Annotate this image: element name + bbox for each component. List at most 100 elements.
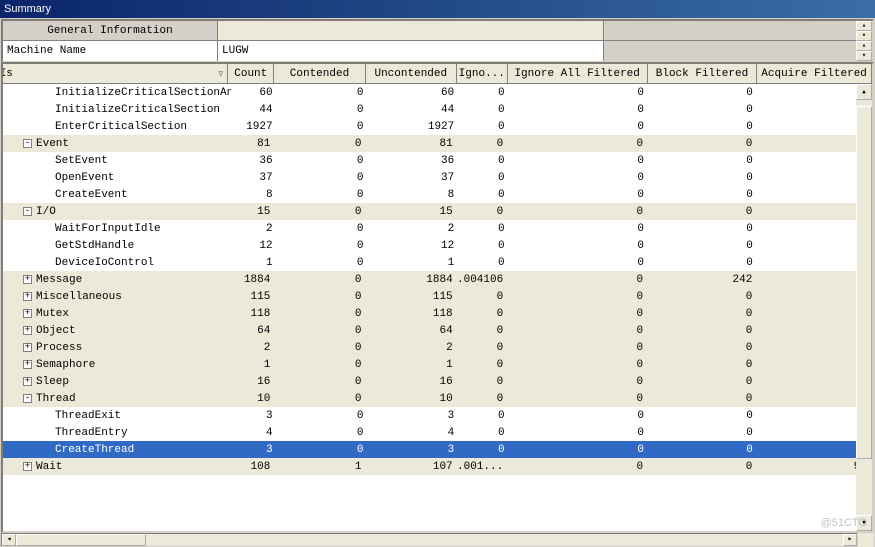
table-row[interactable]: InitializeCriticalSectionAndSp...6006000… — [3, 84, 872, 101]
table-row[interactable]: OpenEvent370370000 — [3, 169, 872, 186]
horizontal-scrollbar[interactable]: ◂ ▸ — [1, 533, 858, 547]
hscroll-thumb[interactable] — [16, 534, 146, 546]
value-cell: 0 — [757, 305, 872, 322]
table-row[interactable]: ThreadEntry4040000 — [3, 424, 872, 441]
table-row[interactable]: +Miscellaneous11501150000 — [3, 288, 872, 305]
api-name: Thread — [36, 393, 76, 405]
column-headers: - APIs ▽ Count Contended Uncontended Ign… — [3, 64, 872, 84]
value-cell: 0 — [757, 288, 872, 305]
column-header-ignore[interactable]: Igno... — [457, 64, 508, 84]
collapse-icon[interactable]: - — [23, 207, 32, 216]
value-cell: 107 — [367, 458, 458, 475]
column-header-apis[interactable]: - APIs ▽ — [3, 64, 228, 84]
table-row[interactable]: EnterCriticalSection1927019270000 — [3, 118, 872, 135]
value-cell: 64 — [367, 322, 458, 339]
value-cell: 1 — [229, 356, 275, 373]
api-name-cell: +Mutex — [3, 305, 229, 322]
table-row[interactable]: DeviceIoControl1010000 — [3, 254, 872, 271]
vertical-scrollbar[interactable]: ▴ ▾ — [856, 84, 872, 531]
expand-icon[interactable]: + — [23, 343, 32, 352]
column-header-contended[interactable]: Contended — [274, 64, 365, 84]
expand-icon[interactable]: + — [23, 462, 32, 471]
value-cell: 10 — [367, 390, 458, 407]
table-row[interactable]: CreateThread3030000 — [3, 441, 872, 458]
value-cell: 1927 — [368, 118, 459, 135]
value-cell: 0 — [510, 237, 649, 254]
api-listview[interactable]: - APIs ▽ Count Contended Uncontended Ign… — [1, 62, 874, 533]
api-name-cell: CreateThread — [3, 441, 232, 458]
value-cell: 0 — [649, 254, 758, 271]
spin-up-icon[interactable]: ▴ — [856, 41, 872, 51]
spin-down-icon[interactable]: ▾ — [856, 51, 872, 61]
collapse-icon[interactable]: - — [23, 139, 32, 148]
api-name-cell: -Event — [3, 135, 229, 152]
scroll-thumb[interactable] — [856, 106, 872, 459]
collapse-icon[interactable]: - — [23, 394, 32, 403]
expand-icon[interactable]: + — [23, 292, 32, 301]
value-cell: 0 — [648, 339, 757, 356]
expand-icon[interactable]: + — [23, 360, 32, 369]
scroll-up-button[interactable]: ▴ — [856, 84, 872, 100]
api-name: CreateThread — [55, 444, 134, 456]
table-row[interactable]: GetStdHandle120120000 — [3, 237, 872, 254]
value-cell: 0 — [275, 356, 366, 373]
table-row[interactable]: +Semaphore1010000 — [3, 356, 872, 373]
column-header-count[interactable]: Count — [228, 64, 274, 84]
table-row[interactable]: CreateEvent8080000 — [3, 186, 872, 203]
scroll-track[interactable] — [856, 100, 872, 515]
api-name: Semaphore — [36, 359, 95, 371]
value-cell: 0 — [758, 237, 872, 254]
value-cell: 0 — [758, 152, 872, 169]
value-cell: 0 — [508, 339, 648, 356]
value-cell: 115 — [367, 288, 458, 305]
expand-icon[interactable]: + — [23, 377, 32, 386]
value-cell: 0 — [648, 288, 757, 305]
api-name-cell: ThreadEntry — [3, 424, 232, 441]
spinner-1[interactable]: ▴▾ — [856, 21, 872, 41]
expand-icon[interactable]: + — [23, 326, 32, 335]
table-row[interactable]: +Message1884018840.00410602420 — [3, 271, 872, 288]
value-cell: 0 — [757, 339, 872, 356]
table-row[interactable]: +Process2020000 — [3, 339, 872, 356]
value-cell: 0 — [757, 322, 872, 339]
value-cell: 0 — [278, 424, 369, 441]
column-header-block-filtered[interactable]: Block Filtered — [648, 64, 757, 84]
column-header-ignore-all-filtered[interactable]: Ignore All Filtered — [508, 64, 648, 84]
api-name-cell: CreateEvent — [3, 186, 232, 203]
col-label: APIs — [3, 68, 215, 80]
value-cell: 64 — [229, 322, 275, 339]
value-cell: 0 — [648, 390, 757, 407]
expand-icon[interactable]: + — [23, 309, 32, 318]
value-cell: 0 — [758, 118, 872, 135]
spinner-2[interactable]: ▴▾ — [856, 41, 872, 61]
value-cell: 118 — [229, 305, 275, 322]
api-name: CreateEvent — [55, 189, 128, 201]
value-cell: 0 — [278, 101, 369, 118]
table-row[interactable]: ThreadExit3030000 — [3, 407, 872, 424]
scroll-left-button[interactable]: ◂ — [2, 534, 16, 546]
table-row[interactable]: -I/O150150000 — [3, 203, 872, 220]
table-row[interactable]: -Event810810000 — [3, 135, 872, 152]
table-row[interactable]: SetEvent360360000 — [3, 152, 872, 169]
table-row[interactable]: +Mutex11801180000 — [3, 305, 872, 322]
column-header-uncontended[interactable]: Uncontended — [366, 64, 457, 84]
table-row[interactable]: InitializeCriticalSection440440000 — [3, 101, 872, 118]
table-row[interactable]: +Wait10811070.001...0096 — [3, 458, 872, 475]
value-cell: 0 — [758, 220, 872, 237]
scroll-right-button[interactable]: ▸ — [843, 534, 857, 546]
table-row[interactable]: +Sleep160160000 — [3, 373, 872, 390]
machine-name-label: Machine Name — [3, 41, 218, 61]
spin-up-icon[interactable]: ▴ — [856, 21, 872, 31]
api-name: Wait — [36, 461, 62, 473]
table-row[interactable]: WaitForInputIdle2020000 — [3, 220, 872, 237]
value-cell: 3 — [232, 407, 278, 424]
spin-down-icon[interactable]: ▾ — [856, 31, 872, 41]
table-row[interactable]: +Object640640000 — [3, 322, 872, 339]
value-cell: 0 — [648, 373, 757, 390]
table-row[interactable]: -Thread100100000 — [3, 390, 872, 407]
expand-icon[interactable]: + — [23, 275, 32, 284]
value-cell: 0 — [510, 254, 649, 271]
value-cell: 0 — [278, 441, 369, 458]
value-cell: 1 — [368, 254, 459, 271]
column-header-acquire-filtered[interactable]: Acquire Filtered — [757, 64, 872, 84]
